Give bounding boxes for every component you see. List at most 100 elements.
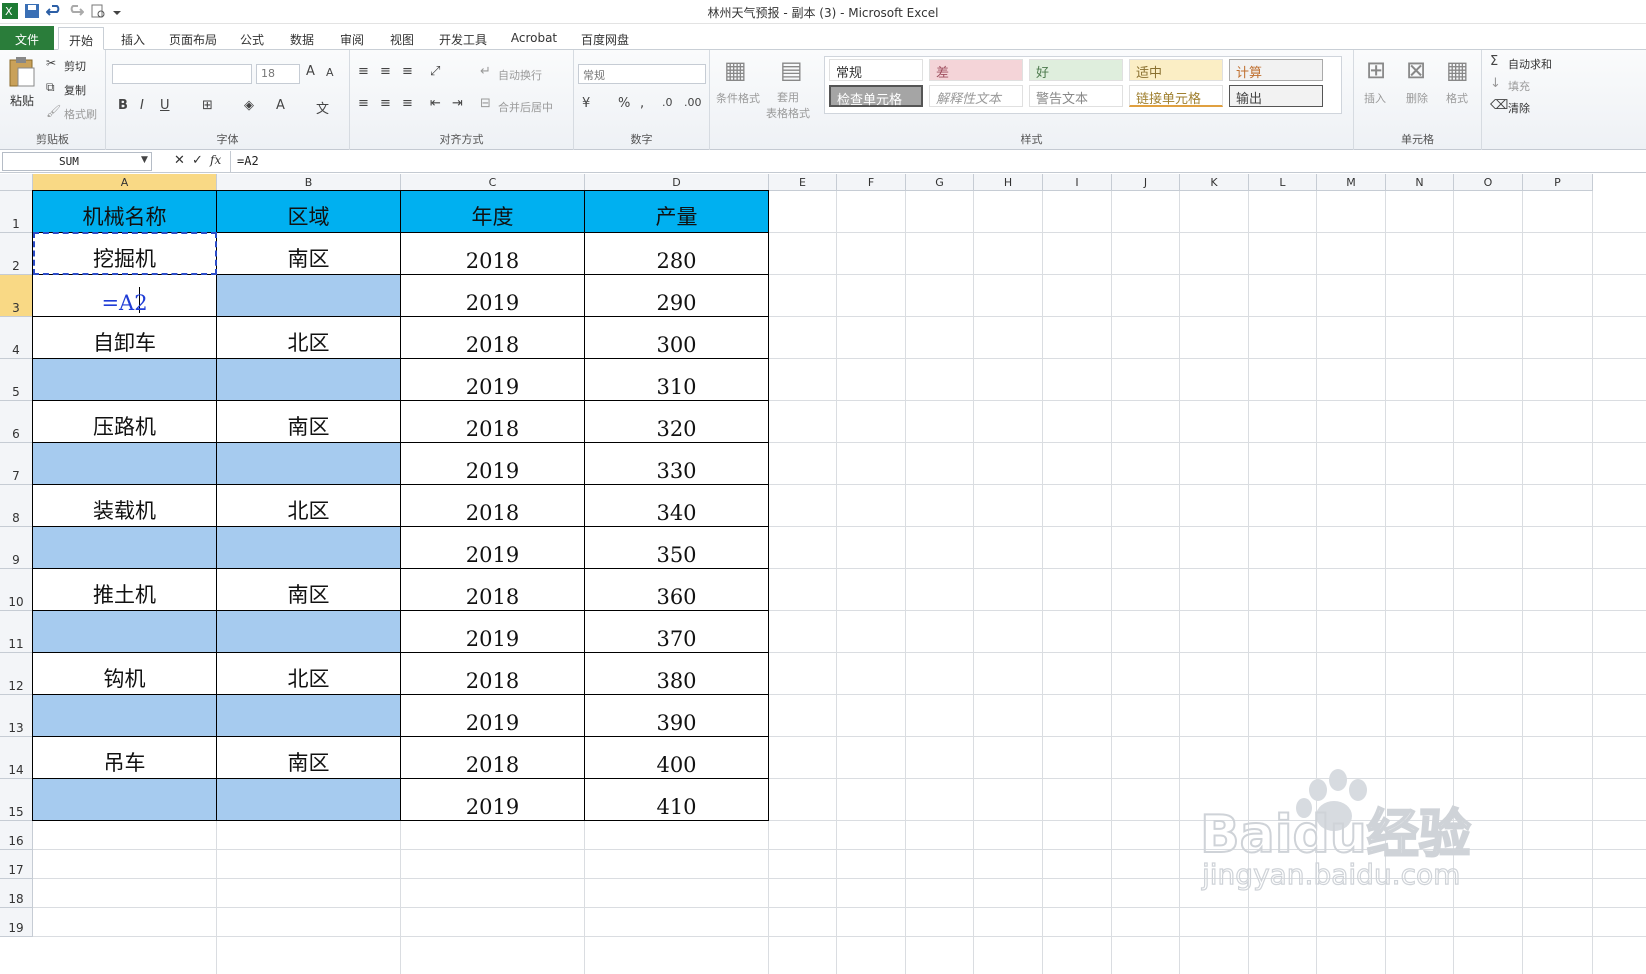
row-header-4[interactable]: 4 (0, 317, 33, 359)
style-normal[interactable]: 常规 (829, 59, 923, 81)
tab-page-layout[interactable]: 页面布局 (162, 27, 224, 50)
tab-developer[interactable]: 开发工具 (432, 27, 494, 50)
column-header-i[interactable]: I (1043, 174, 1112, 191)
row-header-16[interactable]: 16 (0, 821, 33, 850)
tab-formulas[interactable]: 公式 (232, 27, 272, 50)
bold-icon[interactable]: B (118, 98, 128, 113)
row-header-18[interactable]: 18 (0, 879, 33, 908)
number-format-dropdown[interactable]: 常规 (578, 64, 706, 84)
select-all-corner[interactable] (0, 174, 33, 191)
column-header-d[interactable]: D (585, 174, 769, 191)
style-neutral[interactable]: 适中 (1129, 59, 1223, 81)
merge-center-button[interactable]: 合并后居中 (498, 99, 553, 115)
italic-icon[interactable]: I (140, 98, 144, 113)
row-header-17[interactable]: 17 (0, 850, 33, 879)
copy-button[interactable]: 复制 (64, 82, 86, 98)
column-header-f[interactable]: F (837, 174, 906, 191)
column-header-h[interactable]: H (974, 174, 1043, 191)
tab-acrobat[interactable]: Acrobat (504, 27, 564, 50)
column-header-k[interactable]: K (1180, 174, 1249, 191)
phonetic-icon[interactable]: 文 (316, 98, 329, 117)
align-middle-icon[interactable]: ≡ (380, 64, 391, 79)
insert-function-icon[interactable]: fx (210, 153, 221, 167)
clear-button[interactable]: 清除 (1508, 100, 1530, 116)
column-header-e[interactable]: E (769, 174, 837, 191)
column-header-b[interactable]: B (217, 174, 401, 191)
increase-indent-icon[interactable]: ⇥ (452, 96, 463, 111)
row-header-2[interactable]: 2 (0, 233, 33, 275)
format-cells-button[interactable]: 格式 (1446, 90, 1468, 106)
tab-insert[interactable]: 插入 (110, 27, 156, 50)
format-as-table-button[interactable]: 套用 表格格式 (766, 90, 810, 122)
shrink-font-icon[interactable]: A (326, 66, 334, 79)
tab-baidu-netdisk[interactable]: 百度网盘 (574, 27, 636, 50)
column-header-n[interactable]: N (1386, 174, 1454, 191)
align-top-icon[interactable]: ≡ (358, 64, 369, 79)
row-header-5[interactable]: 5 (0, 359, 33, 401)
tab-view[interactable]: 视图 (382, 27, 422, 50)
column-header-m[interactable]: M (1317, 174, 1386, 191)
cut-button[interactable]: 剪切 (64, 58, 86, 74)
column-header-p[interactable]: P (1523, 174, 1593, 191)
column-header-o[interactable]: O (1454, 174, 1523, 191)
row-header-1[interactable]: 1 (0, 191, 33, 233)
decrease-indent-icon[interactable]: ⇤ (430, 96, 441, 111)
style-warning[interactable]: 警告文本 (1029, 85, 1123, 107)
paste-button[interactable]: 粘贴 (10, 92, 34, 109)
row-header-12[interactable]: 12 (0, 653, 33, 695)
align-left-icon[interactable]: ≡ (358, 96, 369, 111)
row-header-19[interactable]: 19 (0, 908, 33, 937)
row-header-11[interactable]: 11 (0, 611, 33, 653)
cancel-icon[interactable]: ✕ (174, 153, 185, 168)
name-box-dropdown-icon[interactable]: ▼ (141, 155, 148, 165)
font-size-dropdown[interactable]: 18 (256, 64, 300, 84)
row-header-3[interactable]: 3 (0, 275, 33, 317)
style-good[interactable]: 好 (1029, 59, 1123, 81)
conditional-format-button[interactable]: 条件格式 (716, 90, 760, 106)
row-header-6[interactable]: 6 (0, 401, 33, 443)
style-explanatory[interactable]: 解释性文本 (929, 85, 1023, 107)
decrease-decimal-icon[interactable]: .00 (684, 96, 702, 109)
style-calculation[interactable]: 计算 (1229, 59, 1323, 81)
row-header-8[interactable]: 8 (0, 485, 33, 527)
align-bottom-icon[interactable]: ≡ (402, 64, 413, 79)
percent-icon[interactable]: % (618, 96, 630, 111)
row-header-14[interactable]: 14 (0, 737, 33, 779)
format-painter-button[interactable]: 格式刷 (64, 106, 97, 122)
tab-review[interactable]: 审阅 (332, 27, 372, 50)
enter-icon[interactable]: ✓ (192, 153, 203, 168)
style-linked-cell[interactable]: 链接单元格 (1129, 85, 1223, 107)
column-header-g[interactable]: G (906, 174, 974, 191)
comma-icon[interactable]: , (640, 96, 644, 111)
font-name-dropdown[interactable] (112, 64, 252, 84)
row-header-9[interactable]: 9 (0, 527, 33, 569)
borders-icon[interactable]: ⊞ (202, 98, 213, 113)
paste-icon[interactable] (8, 56, 36, 88)
style-bad[interactable]: 差 (929, 59, 1023, 81)
tab-home[interactable]: 开始 (58, 27, 104, 50)
name-box[interactable]: SUM (2, 152, 152, 171)
align-center-icon[interactable]: ≡ (380, 96, 391, 111)
formula-input[interactable]: =A2 (237, 154, 259, 168)
autosum-button[interactable]: 自动求和 (1508, 56, 1552, 72)
row-header-10[interactable]: 10 (0, 569, 33, 611)
style-check-cell[interactable]: 检查单元格 (829, 85, 923, 108)
orientation-icon[interactable]: ⤢ (430, 64, 440, 79)
underline-icon[interactable]: U (160, 98, 170, 113)
column-header-a[interactable]: A (33, 174, 217, 191)
align-right-icon[interactable]: ≡ (402, 96, 413, 111)
grow-font-icon[interactable]: A (306, 64, 315, 79)
delete-cells-button[interactable]: 删除 (1406, 90, 1428, 106)
insert-cells-button[interactable]: 插入 (1364, 90, 1386, 106)
row-header-7[interactable]: 7 (0, 443, 33, 485)
wrap-text-button[interactable]: 自动换行 (498, 67, 542, 83)
column-header-j[interactable]: J (1112, 174, 1180, 191)
fill-color-icon[interactable]: ◈ (244, 98, 254, 113)
font-color-icon[interactable]: A (276, 98, 285, 113)
row-header-13[interactable]: 13 (0, 695, 33, 737)
fill-button[interactable]: 填充 (1508, 78, 1530, 94)
column-header-l[interactable]: L (1249, 174, 1317, 191)
row-header-15[interactable]: 15 (0, 779, 33, 821)
increase-decimal-icon[interactable]: .0 (662, 96, 673, 109)
column-header-c[interactable]: C (401, 174, 585, 191)
